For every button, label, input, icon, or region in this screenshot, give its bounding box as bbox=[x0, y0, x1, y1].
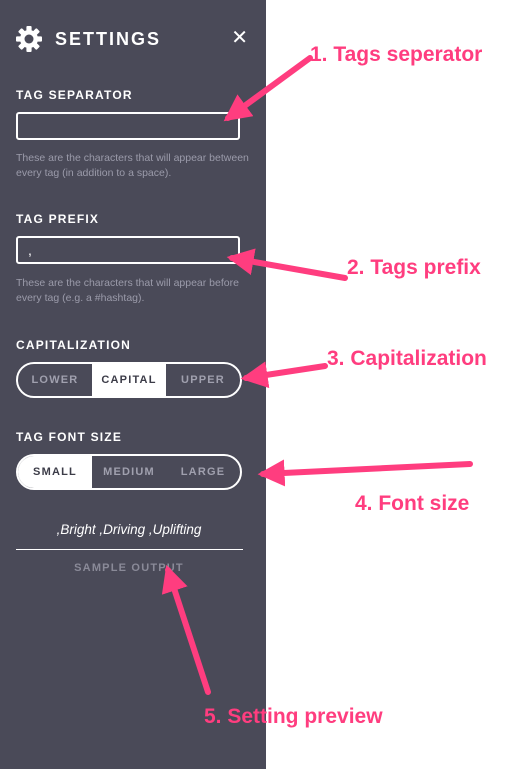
font-size-option-small[interactable]: SMALL bbox=[18, 456, 92, 488]
capitalization-option-lower[interactable]: LOWER bbox=[18, 364, 92, 396]
annotation-1: 1. Tags seperator bbox=[310, 43, 483, 66]
font-size-toggle: SMALL MEDIUM LARGE bbox=[16, 454, 242, 490]
font-size-option-medium[interactable]: MEDIUM bbox=[92, 456, 166, 488]
capitalization-toggle: LOWER CAPITAL UPPER bbox=[16, 362, 242, 398]
sample-output-text: ,Bright ,Driving ,Uplifting bbox=[56, 522, 202, 537]
settings-panel: SETTINGS ✕ TAG SEPARATOR These are the c… bbox=[0, 0, 266, 769]
annotation-2: 2. Tags prefix bbox=[347, 256, 481, 279]
tag-separator-help: These are the characters that will appea… bbox=[16, 152, 249, 179]
annotation-5: 5. Setting preview bbox=[204, 705, 383, 728]
capitalization-label: CAPITALIZATION bbox=[16, 338, 132, 352]
tag-prefix-input[interactable] bbox=[16, 236, 240, 264]
close-icon[interactable]: ✕ bbox=[231, 26, 248, 50]
capitalization-option-upper[interactable]: UPPER bbox=[166, 364, 240, 396]
annotation-4: 4. Font size bbox=[355, 492, 470, 515]
sample-output-label: SAMPLE OUTPUT bbox=[74, 562, 184, 574]
tag-prefix-label: TAG PREFIX bbox=[16, 212, 100, 226]
tag-separator-label: TAG SEPARATOR bbox=[16, 88, 133, 102]
gear-icon bbox=[16, 26, 42, 52]
font-size-option-large[interactable]: LARGE bbox=[166, 456, 240, 488]
arrow-4 bbox=[257, 459, 473, 487]
tag-prefix-help: These are the characters that will appea… bbox=[16, 277, 239, 304]
capitalization-option-capital[interactable]: CAPITAL bbox=[92, 364, 166, 396]
font-size-label: TAG FONT SIZE bbox=[16, 430, 123, 444]
settings-header: SETTINGS ✕ bbox=[16, 26, 248, 52]
sample-divider bbox=[16, 549, 243, 550]
tag-separator-input[interactable] bbox=[16, 112, 240, 140]
settings-title: SETTINGS bbox=[55, 29, 162, 49]
annotation-3: 3. Capitalization bbox=[327, 347, 487, 370]
